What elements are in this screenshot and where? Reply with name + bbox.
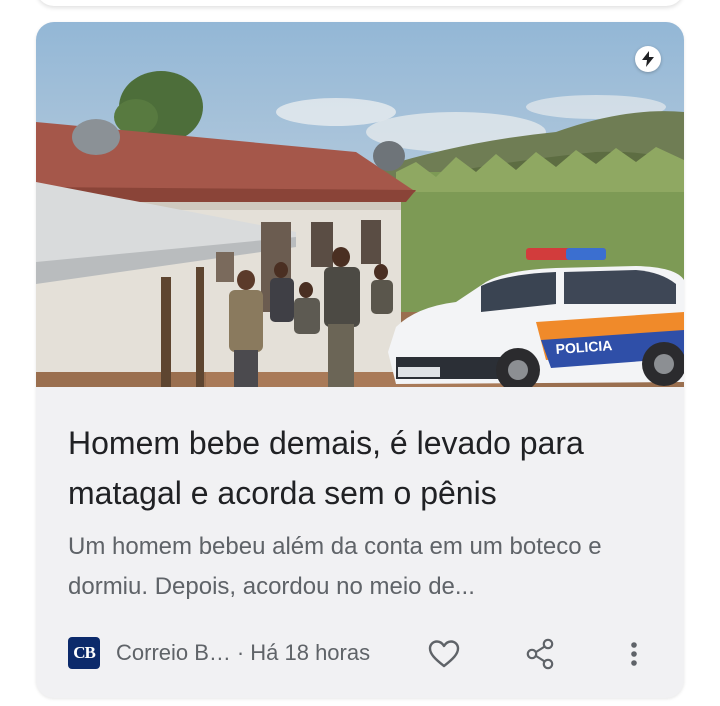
article-title[interactable]: Homem bebe demais, é levado para matagal… (68, 418, 668, 518)
article-snippet: Um homem bebeu além da conta em um botec… (68, 533, 602, 600)
like-button[interactable] (424, 634, 464, 674)
meta-separator: · (236, 640, 245, 665)
share-icon (526, 638, 554, 670)
share-button[interactable] (520, 634, 560, 674)
publisher-logo[interactable]: CB (68, 637, 100, 669)
publisher-name[interactable]: Correio B… (116, 640, 231, 666)
more-vert-icon (631, 642, 637, 666)
publisher-logo-text: CB (73, 643, 96, 662)
publish-time: Há 18 horas (250, 640, 371, 665)
article-meta: CB Correio B… · Há 18 horas (68, 635, 370, 671)
article-image[interactable]: POLICIA (36, 22, 684, 387)
lightning-bolt-icon (642, 51, 654, 67)
heart-icon (428, 640, 460, 668)
more-options-button[interactable] (614, 634, 654, 674)
amp-badge (635, 46, 661, 72)
previous-card-edge (36, 0, 684, 6)
news-card[interactable]: POLICIA Homem bebe demais, é levado para… (36, 22, 684, 698)
